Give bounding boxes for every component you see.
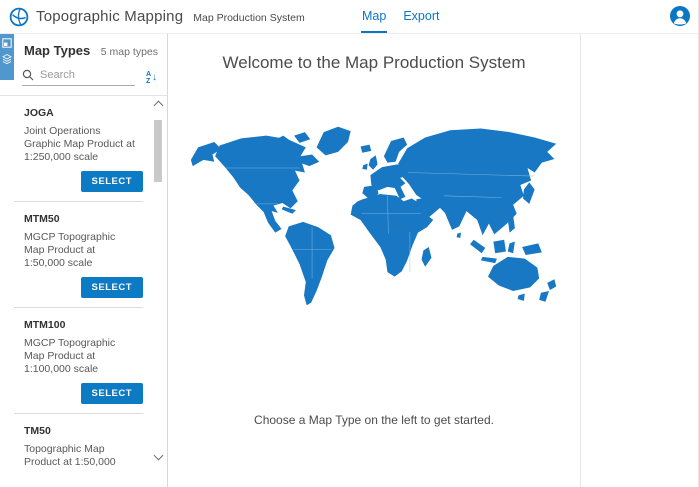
map-type-card-mtm100: MTM100 MGCP Topographic Map Product at 1… — [14, 308, 143, 414]
app-logo-icon — [9, 7, 29, 27]
map-type-name: TM50 — [24, 425, 143, 437]
search-row: A Z ↓ — [22, 69, 159, 86]
instruction-text: Choose a Map Type on the left to get sta… — [168, 413, 580, 427]
search-icon — [22, 69, 34, 81]
sort-arrow-icon: ↓ — [152, 73, 157, 83]
search-box — [22, 69, 135, 86]
body-row: Map Types 5 map types A Z ↓ — [0, 34, 698, 487]
layers-icon[interactable] — [2, 54, 12, 64]
main-area: Welcome to the Map Production System — [168, 34, 698, 487]
welcome-panel: Welcome to the Map Production System — [168, 34, 581, 487]
top-nav: Map Export — [361, 0, 440, 33]
sidebar-header: Map Types 5 map types — [0, 34, 167, 58]
map-type-name: JOGA — [24, 107, 143, 119]
user-avatar-button[interactable] — [670, 6, 690, 26]
sidebar-scrollbar[interactable] — [151, 99, 165, 464]
sort-az-button[interactable]: A Z ↓ — [144, 71, 159, 85]
map-type-card-tm50: TM50 Topographic Map Product at 1:50,000… — [14, 414, 143, 467]
map-type-description: Joint Operations Graphic Map Product at … — [24, 125, 138, 164]
nav-tab-export[interactable]: Export — [402, 0, 440, 33]
right-empty-area — [581, 34, 698, 487]
app-root: Topographic Mapping Map Production Syste… — [0, 0, 699, 487]
select-button-mtm100[interactable]: SELECT — [81, 383, 143, 404]
map-type-list: JOGA Joint Operations Graphic Map Produc… — [0, 95, 167, 467]
scroll-up-arrow-icon[interactable] — [153, 101, 163, 111]
sidebar-title: Map Types — [24, 43, 90, 58]
sidebar-map-types: Map Types 5 map types A Z ↓ — [0, 34, 168, 487]
map-type-name: MTM50 — [24, 213, 143, 225]
app-header: Topographic Mapping Map Production Syste… — [0, 0, 698, 34]
nav-tab-map[interactable]: Map — [361, 0, 387, 33]
map-type-description: Topographic Map Product at 1:50,000 scal… — [24, 443, 138, 467]
map-type-name: MTM100 — [24, 319, 143, 331]
select-button-joga[interactable]: SELECT — [81, 171, 143, 192]
app-title: Topographic Mapping — [36, 8, 183, 25]
app-subtitle: Map Production System — [193, 12, 304, 24]
map-type-count: 5 map types — [101, 46, 158, 58]
world-map-graphic — [185, 124, 563, 308]
sort-az-icon: A Z — [146, 71, 151, 85]
search-input[interactable] — [40, 69, 118, 81]
map-type-card-joga: JOGA Joint Operations Graphic Map Produc… — [14, 96, 143, 202]
scroll-down-arrow-icon[interactable] — [154, 451, 164, 461]
scrollbar-thumb[interactable] — [154, 120, 162, 182]
tool-strip — [0, 34, 14, 80]
map-type-description: MGCP Topographic Map Product at 1:100,00… — [24, 337, 138, 376]
map-type-card-mtm50: MTM50 MGCP Topographic Map Product at 1:… — [14, 202, 143, 308]
select-button-mtm50[interactable]: SELECT — [81, 277, 143, 298]
welcome-title: Welcome to the Map Production System — [168, 53, 580, 73]
world-map — [168, 124, 580, 313]
brand: Topographic Mapping Map Production Syste… — [0, 7, 305, 27]
map-frame-icon[interactable] — [2, 38, 12, 48]
map-type-description: MGCP Topographic Map Product at 1:50,000… — [24, 231, 138, 270]
